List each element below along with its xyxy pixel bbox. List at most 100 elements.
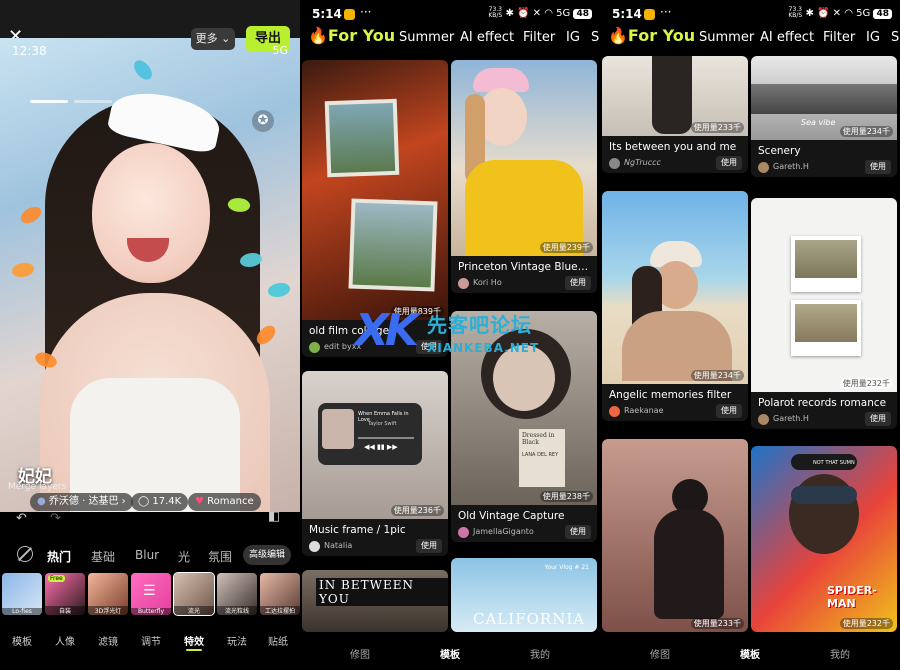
author-name[interactable]: JamellaGiganto (473, 527, 534, 536)
tab-filter[interactable]: Filter (823, 30, 855, 45)
template-thumbnail[interactable]: When Emma Falls in Love Taylor Swift ◀◀ … (302, 371, 448, 519)
nav-retouch[interactable]: 修图 (340, 646, 380, 661)
template-thumbnail[interactable]: NOT THAT SUMN SPIDER-MAN 使用量232千 (751, 446, 897, 632)
tab-adjust[interactable]: 调节 (131, 633, 171, 648)
author-name[interactable]: NgTruccc (624, 158, 661, 167)
category-basic[interactable]: 基础 (91, 548, 115, 565)
template-thumbnail[interactable]: Your Vlog # 21 CALIFORNIA (451, 558, 597, 632)
template-thumbnail[interactable]: 使用量239千 (451, 60, 597, 256)
category-blur[interactable]: Blur (135, 548, 159, 562)
effect-item[interactable]: 3D浮光灯 (88, 573, 128, 615)
category-mood[interactable]: 氛围 (208, 548, 232, 565)
preview-photo[interactable] (0, 38, 300, 512)
template-thumbnail[interactable]: Sea vibe 使用量234千 (751, 56, 897, 140)
redo-icon[interactable]: ↷ (50, 511, 61, 526)
avatar[interactable] (609, 158, 620, 169)
compare-icon[interactable]: ◧ (268, 509, 280, 524)
undo-icon[interactable]: ↶ (16, 511, 27, 526)
nav-mine[interactable]: 我的 (820, 646, 860, 661)
template-card[interactable]: NOT THAT SUMN SPIDER-MAN 使用量232千 (751, 446, 897, 632)
category-hot[interactable]: 热门 (47, 548, 71, 565)
effect-item[interactable]: ☰ Butterfly (131, 573, 171, 615)
effect-item[interactable]: 工达拉摆拍 (260, 573, 300, 615)
template-thumbnail[interactable]: 使用量839千 (302, 60, 448, 320)
avatar[interactable] (458, 278, 469, 289)
mute-icon: ✕ (532, 8, 542, 19)
tab-play[interactable]: 玩法 (217, 633, 257, 648)
avatar[interactable] (309, 342, 320, 353)
usage-count: 使用量236千 (390, 505, 444, 516)
author-name[interactable]: Gareth.H (773, 414, 809, 423)
use-button[interactable]: 使用 (565, 276, 591, 290)
app-notification-icon (644, 9, 655, 20)
favorite-icon[interactable]: ✪ (252, 110, 274, 132)
effect-item-selected[interactable]: 流光 (173, 572, 215, 616)
usage-count: 使用量233千 (690, 122, 744, 133)
use-button[interactable]: 使用 (865, 412, 891, 426)
tab-ig[interactable]: IG (866, 30, 880, 45)
tab-filter[interactable]: Filter (523, 30, 555, 45)
avatar[interactable] (758, 414, 769, 425)
bluetooth-icon: ✱ (805, 8, 814, 19)
tab-more[interactable]: S (591, 30, 599, 45)
avatar[interactable] (458, 527, 469, 538)
author-name[interactable]: Natalia (324, 541, 352, 550)
tab-effects[interactable]: 特效 (174, 633, 214, 651)
template-card[interactable]: 使用量239千 Princeton Vintage Blues ... Kori… (451, 60, 597, 293)
avatar[interactable] (609, 406, 620, 417)
author-name[interactable]: Gareth.H (773, 162, 809, 171)
template-title: Music frame / 1pic (309, 524, 406, 536)
template-card[interactable]: Sea vibe 使用量234千 Scenery Gareth.H 使用 (751, 56, 897, 177)
author-name[interactable]: Raekanae (624, 406, 664, 415)
tab-more[interactable]: S (891, 30, 899, 45)
template-thumbnail[interactable]: 使用量233千 (602, 56, 748, 136)
bottom-nav: 修图 模板 我的 (300, 636, 600, 670)
more-button[interactable]: 更多 ⌄ (191, 28, 235, 50)
nav-mine[interactable]: 我的 (520, 646, 560, 661)
author-name[interactable]: Kori Ho (473, 278, 502, 287)
romance-chip[interactable]: ♥ Romance (188, 493, 261, 511)
avatar[interactable] (758, 162, 769, 173)
template-thumbnail[interactable]: 使用量232千 (751, 198, 897, 392)
template-card[interactable]: 使用量234千 Angelic memories filter Raekanae… (602, 191, 748, 421)
usage-count: 使用量234千 (690, 370, 744, 381)
template-thumbnail[interactable]: 使用量233千 (602, 439, 748, 632)
use-button[interactable]: 使用 (865, 160, 891, 174)
tab-portrait[interactable]: 人像 (45, 633, 85, 648)
nav-retouch[interactable]: 修图 (640, 646, 680, 661)
tab-filter[interactable]: 滤镜 (88, 633, 128, 648)
use-button[interactable]: 使用 (565, 525, 591, 539)
tab-sticker[interactable]: 贴纸 (258, 633, 298, 648)
effect-item[interactable]: Lo-fies (2, 573, 42, 615)
effect-item[interactable]: 流光粒线 (217, 573, 257, 615)
category-light[interactable]: 光 (178, 548, 190, 565)
tab-for-you[interactable]: 🔥For You (308, 26, 395, 45)
tab-summer[interactable]: Summer (699, 30, 754, 45)
nav-templates[interactable]: 模板 (730, 646, 770, 661)
template-card[interactable]: When Emma Falls in Love Taylor Swift ◀◀ … (302, 371, 448, 556)
likes-chip[interactable]: ◯ 17.4K (131, 493, 189, 511)
nav-templates[interactable]: 模板 (430, 646, 470, 661)
template-thumbnail[interactable]: 使用量234千 (602, 191, 748, 384)
tab-for-you[interactable]: 🔥For You (608, 26, 695, 45)
avatar[interactable] (309, 541, 320, 552)
template-card[interactable]: 使用量233千 Its between you and me NgTruccc … (602, 56, 748, 173)
tab-ig[interactable]: IG (566, 30, 580, 45)
tab-template[interactable]: 模板 (2, 633, 42, 648)
use-button[interactable]: 使用 (416, 539, 442, 553)
template-thumbnail[interactable]: IN BETWEEN YOU (302, 570, 448, 632)
use-button[interactable]: 使用 (716, 404, 742, 418)
advanced-edit-button[interactable]: 高级编辑 (243, 545, 291, 565)
no-effect-icon[interactable] (17, 546, 33, 562)
tab-ai-effect[interactable]: AI effect (460, 30, 514, 45)
effect-item[interactable]: Free 自装 (45, 573, 85, 615)
template-card[interactable]: IN BETWEEN YOU (302, 570, 448, 632)
use-button[interactable]: 使用 (716, 156, 742, 170)
music-chip[interactable]: ● 乔沃德 · 达基巴 › (30, 493, 133, 511)
tab-ai-effect[interactable]: AI effect (760, 30, 814, 45)
template-card[interactable]: 使用量232千 Polarot records romance Gareth.H… (751, 198, 897, 429)
template-card[interactable]: Your Vlog # 21 CALIFORNIA (451, 558, 597, 632)
category-tabs: 🔥For You Summer AI effect Filter IG S (300, 26, 600, 52)
template-card[interactable]: 使用量233千 (602, 439, 748, 632)
tab-summer[interactable]: Summer (399, 30, 454, 45)
